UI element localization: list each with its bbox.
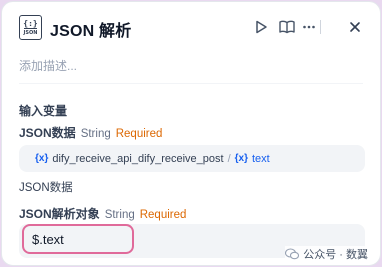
watermark-text: 公众号 · 数翼 [303,249,368,261]
watermark: 公众号 · 数翼 [285,246,368,262]
json-data-variable-selector[interactable]: {x} dify_receive_api_dify_receive_post /… [19,145,365,172]
json-data-description: JSON数据 [19,182,73,194]
header-separator [19,83,363,84]
parse-target-required: Required [139,209,187,221]
wechat-icon [285,248,300,260]
parse-target-field-label: JSON解析对象 String Required [19,205,186,222]
json-data-field-label: JSON数据 String Required [19,124,162,141]
variable-icon: {x} [35,153,49,164]
parse-target-label: JSON解析对象 [19,207,100,221]
json-parse-panel: {:} JSON JSON 解析 添加描述... 输入变量 JSON数据 Str… [1,1,381,266]
header-divider [320,20,321,34]
panel-header: {:} JSON JSON 解析 [2,2,380,52]
book-open-icon [279,20,295,34]
json-icon-label: JSON [23,28,38,36]
variable-path-separator: / [227,152,231,165]
json-data-required: Required [115,128,163,140]
json-data-type: String [80,128,111,140]
parse-target-type: String [104,209,135,221]
panel-title[interactable]: JSON 解析 [50,17,131,41]
parse-target-input[interactable]: $.text [22,224,134,254]
input-variables-title: 输入变量 [19,104,68,118]
variable-name: text [252,152,270,165]
close-icon [350,22,360,32]
more-dots-icon [303,25,315,29]
more-options-button[interactable] [300,18,318,36]
help-docs-button[interactable] [278,18,296,36]
run-button[interactable] [252,18,270,36]
variable-node-name: dify_receive_api_dify_receive_post [52,152,224,165]
variable-icon: {x} [234,153,248,164]
json-icon-braces: {:} [23,19,38,28]
description-input[interactable]: 添加描述... [19,57,77,74]
json-node-icon: {:} JSON [19,15,42,40]
json-data-label: JSON数据 [19,126,76,140]
play-icon [256,20,267,34]
close-button[interactable] [346,18,364,36]
